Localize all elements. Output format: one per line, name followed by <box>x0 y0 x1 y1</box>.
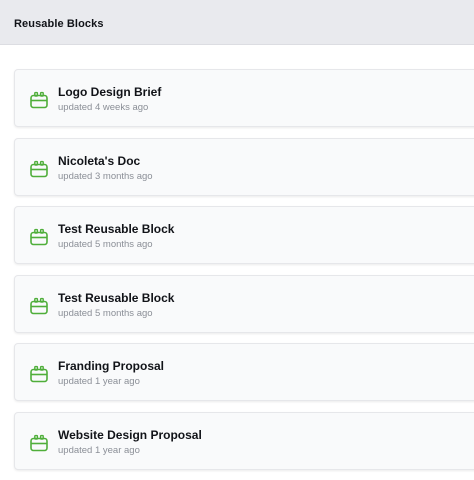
block-card[interactable]: Website Design Proposal updated 1 year a… <box>14 411 474 470</box>
block-title: Website Design Proposal <box>58 427 202 442</box>
page-title: Reusable Blocks <box>14 18 104 30</box>
block-title: Test Reusable Block <box>58 290 175 305</box>
block-title: Franding Proposal <box>58 359 165 373</box>
block-card[interactable]: Test Reusable Block updated 5 months ago <box>14 206 474 264</box>
block-card[interactable]: Test Reusable Block updated 5 months ago <box>14 274 474 333</box>
header-bar: Reusable Blocks <box>0 0 474 45</box>
reusable-block-icon <box>29 433 49 453</box>
block-updated-time: updated 5 months ago <box>58 307 153 319</box>
block-updated-time: updated 1 year ago <box>58 376 140 387</box>
block-updated-time: updated 3 months ago <box>58 170 153 182</box>
block-card[interactable]: Nicoleta's Doc updated 3 months ago <box>14 137 474 196</box>
reusable-block-icon <box>29 364 49 384</box>
block-title: Nicoleta's Doc <box>58 153 141 168</box>
reusable-blocks-list: Logo Design Brief updated 4 weeks ago Ni… <box>14 69 474 480</box>
block-updated-time: updated 1 year ago <box>58 444 140 456</box>
block-title: Logo Design Brief <box>58 85 162 99</box>
reusable-block-icon <box>29 227 49 247</box>
block-updated-time: updated 4 weeks ago <box>58 102 149 113</box>
reusable-block-icon <box>29 159 49 179</box>
reusable-block-icon <box>29 296 49 316</box>
block-updated-time: updated 5 months ago <box>58 239 153 250</box>
block-title: Test Reusable Block <box>58 222 175 236</box>
reusable-block-icon <box>29 90 49 110</box>
block-card[interactable]: Logo Design Brief updated 4 weeks ago <box>14 69 474 127</box>
block-card[interactable]: Franding Proposal updated 1 year ago <box>14 343 474 401</box>
